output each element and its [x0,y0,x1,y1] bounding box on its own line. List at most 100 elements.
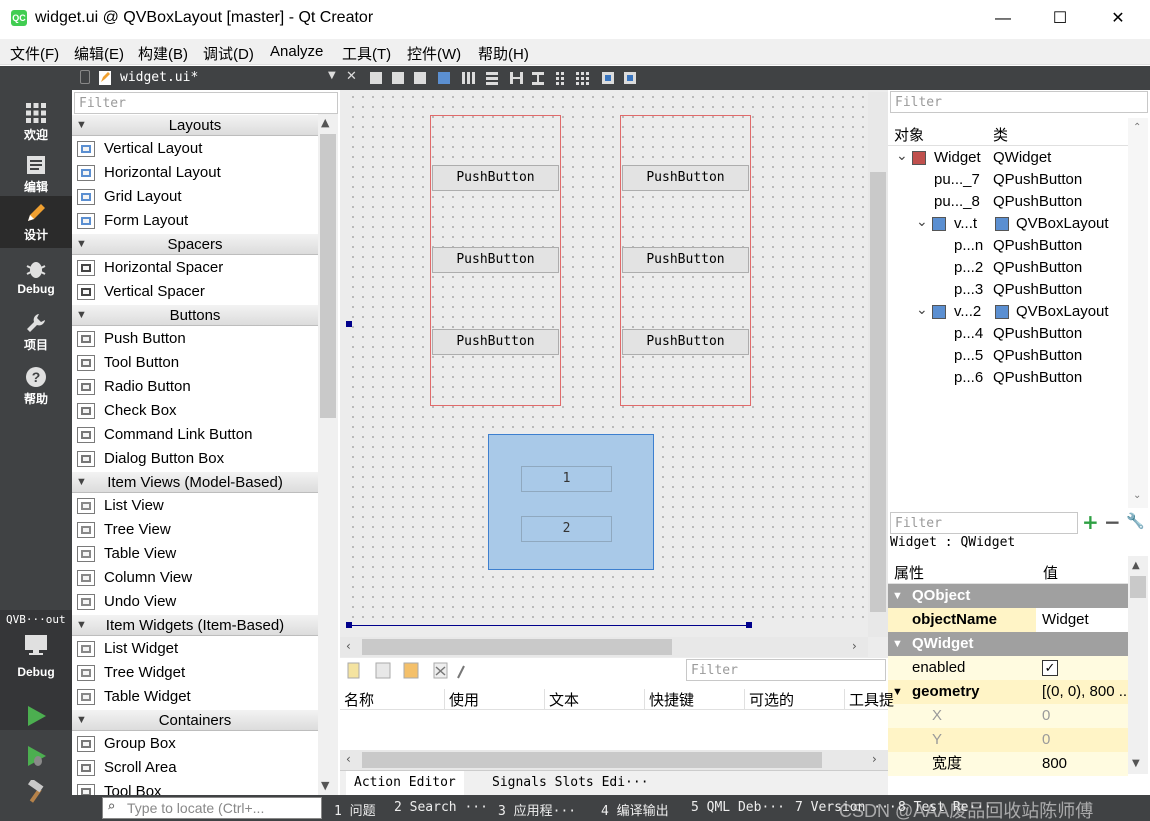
category-header[interactable]: ▼ Item Views (Model-Based) [72,471,318,493]
action-column-header[interactable]: 快捷键 [644,689,694,710]
group-qobject[interactable]: ▼ QObject [888,584,1128,608]
objectname-value[interactable]: Widget [1036,608,1128,632]
build-hammer-icon[interactable] [24,780,48,804]
canvas-hscrollbar[interactable]: ‹ › [340,637,868,657]
property-objectname[interactable]: objectName Widget [888,608,1128,632]
category-header[interactable]: ▼ Item Widgets (Item-Based) [72,614,318,636]
menu-widgets[interactable]: 控件(W) [407,43,461,64]
object-tree-row[interactable]: ⌄ Widget QWidget [888,147,1128,169]
configure-wrench-icon[interactable]: 🔧 [1126,512,1145,530]
action-column-header[interactable]: 工具提 [844,689,894,710]
widget-item[interactable]: Tool Button [72,351,318,375]
property-scrollbar[interactable]: ▲ ▼ [1128,556,1148,774]
resize-handle[interactable] [346,321,352,327]
x-value[interactable]: 0 [1042,704,1050,728]
scrollbar-thumb[interactable] [320,134,336,418]
scroll-right-icon[interactable]: › [852,639,857,653]
menu-debug[interactable]: 调试(D) [203,43,254,64]
scroll-up-icon[interactable]: ▲ [321,116,329,129]
widget-item[interactable]: Tree View [72,518,318,542]
output-pane-button[interactable]: 1 问题 [334,800,376,819]
maximize-button[interactable]: ☐ [1032,0,1088,38]
form-widget[interactable]: PushButton PushButton PushButton PushBut… [348,92,866,625]
header-property[interactable]: 属性 [894,562,924,583]
push-button[interactable]: PushButton [432,247,559,273]
action-column-header[interactable]: 可选的 [744,689,794,710]
output-pane-button[interactable]: 3 应用程··· [498,800,576,819]
widget-item[interactable]: List View [72,494,318,518]
output-pane-button[interactable]: 7 Version ··· [795,800,897,815]
object-tree-row[interactable]: p...5 QPushButton [888,345,1128,367]
canvas-vscrollbar[interactable] [868,92,888,637]
property-width[interactable]: 宽度 800 [888,752,1128,776]
menu-edit[interactable]: 编辑(E) [74,43,124,64]
object-tree-row[interactable]: ⌄ v...t QVBoxLayout [888,213,1128,235]
vertical-layout-left[interactable]: PushButton PushButton PushButton [430,115,561,406]
close-document-icon[interactable]: ✕ [346,69,357,84]
resize-handle[interactable] [746,622,752,628]
object-tree-scrollbar[interactable]: ⌃ ⌄ [1128,118,1148,508]
action-filter-input[interactable]: Filter [686,659,886,681]
mode-edit[interactable]: 编辑 [0,148,72,200]
object-tree-row[interactable]: p...6 QPushButton [888,367,1128,389]
category-header[interactable]: ▼ Spacers [72,233,318,255]
tab-action-editor[interactable]: Action Editor [346,771,464,795]
widgetbox-filter-input[interactable]: Filter [74,92,338,114]
action-column-header[interactable]: 使用 [444,689,479,710]
debug-run-button[interactable] [24,744,48,768]
category-header[interactable]: ▼ Layouts [72,114,318,136]
menu-analyze[interactable]: Analyze [270,43,323,60]
output-pane-button[interactable]: 2 Search ··· [394,800,488,815]
scroll-left-icon[interactable]: ‹ [346,752,351,766]
scroll-up-icon[interactable]: ⌃ [1133,122,1141,133]
y-value[interactable]: 0 [1042,728,1050,752]
locator-input[interactable]: ⌕ Type to locate (Ctrl+... [102,797,322,819]
add-property-icon[interactable]: + [1082,510,1099,534]
width-value[interactable]: 800 [1042,752,1067,776]
mode-debug[interactable]: Debug [0,252,72,304]
remove-property-icon[interactable]: − [1104,510,1121,534]
expand-arrow-icon[interactable]: ⌄ [916,298,928,320]
geometry-value[interactable]: [(0, 0), 800 ... [1042,680,1128,704]
header-value[interactable]: 值 [1043,562,1058,583]
widget-item[interactable]: Vertical Layout [72,137,318,161]
widget-item[interactable]: Radio Button [72,375,318,399]
action-column-header[interactable]: 名称 [344,689,374,710]
widget-item[interactable]: Table Widget [72,685,318,709]
run-button[interactable] [24,704,48,728]
group-qwidget[interactable]: ▼ QWidget [888,632,1128,656]
widget-item[interactable]: Horizontal Layout [72,161,318,185]
property-enabled[interactable]: enabled ✓ [888,656,1128,680]
scroll-down-icon[interactable]: ⌄ [1133,490,1141,501]
object-filter-input[interactable]: Filter [890,91,1148,113]
header-object[interactable]: 对象 [894,124,924,145]
mode-welcome[interactable]: 欢迎 [0,96,72,148]
widget-item[interactable]: Command Link Button [72,423,318,447]
header-class[interactable]: 类 [993,124,1008,145]
push-button[interactable]: PushButton [432,329,559,355]
widget-item[interactable]: Push Button [72,327,318,351]
expand-arrow-icon[interactable]: ⌄ [916,210,928,232]
push-button[interactable]: PushButton [622,247,749,273]
push-button[interactable]: PushButton [622,165,749,191]
mode-projects[interactable]: 项目 [0,306,72,358]
widget-item[interactable]: Tree Widget [72,661,318,685]
widget-item[interactable]: Group Box [72,732,318,756]
object-tree-row[interactable]: pu..._7 QPushButton [888,169,1128,191]
action-column-header[interactable]: 文本 [544,689,579,710]
object-tree-row[interactable]: p...n QPushButton [888,235,1128,257]
tab-signals-slots-editor[interactable]: Signals Slots Edi··· [484,771,657,795]
output-pane-button[interactable]: 4 编译输出 [601,800,669,819]
scrollbar-thumb[interactable] [362,752,822,768]
widget-item[interactable]: Horizontal Spacer [72,256,318,280]
scrollbar-thumb[interactable] [1130,576,1146,598]
mode-design[interactable]: 设计 [0,196,72,248]
expand-arrow-icon[interactable]: ⌄ [896,144,908,166]
widget-item[interactable]: Form Layout [72,209,318,233]
menu-tools[interactable]: 工具(T) [342,43,391,64]
menu-file[interactable]: 文件(F) [10,43,59,64]
action-hscrollbar[interactable]: ‹ › [340,750,888,770]
selected-item-1[interactable]: 1 [521,466,612,492]
property-y[interactable]: Y0 [888,728,1128,752]
property-geometry[interactable]: ▼ geometry [(0, 0), 800 ... [888,680,1128,704]
